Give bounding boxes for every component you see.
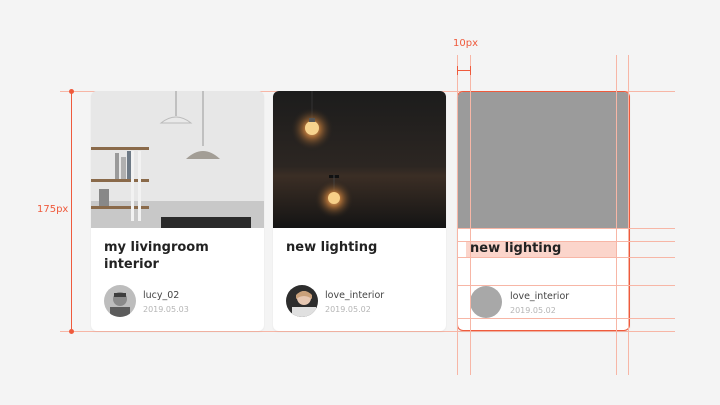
measure-dot-bottom [69, 329, 74, 334]
guide-padding-left [470, 55, 471, 375]
card-title: new lighting [286, 240, 378, 255]
user-avatar[interactable] [104, 285, 136, 317]
gap-measure-line [457, 70, 471, 71]
gap-tick-right [470, 66, 471, 75]
card-title: new lighting [470, 241, 562, 256]
height-measure-line [71, 91, 72, 331]
gap-label: 10px [453, 38, 478, 49]
username[interactable]: love_interior [325, 290, 384, 301]
guide-avatar-bottom [457, 318, 675, 319]
guide-bottom [60, 331, 675, 332]
placeholder-gray [458, 92, 629, 229]
post-date: 2019.05.02 [510, 306, 556, 315]
guide-card3-right [628, 55, 629, 375]
guide-photo-bottom [457, 228, 675, 229]
livingroom-photo [91, 91, 264, 228]
lightbulb-photo [273, 91, 446, 228]
username[interactable]: lucy_02 [143, 290, 179, 301]
canvas: my livingroom interior lucy_02 2019.05.0… [0, 0, 720, 405]
placeholder-avatar [470, 286, 502, 318]
username: love_interior [510, 291, 570, 302]
card-new-lighting[interactable]: new lighting love_interior 2019.05.02 [273, 91, 446, 331]
post-date: 2019.05.03 [143, 305, 189, 314]
height-label: 175px [37, 204, 69, 215]
card-livingroom[interactable]: my livingroom interior lucy_02 2019.05.0… [91, 91, 264, 331]
measure-dot-top [69, 89, 74, 94]
guide-padding-right [616, 55, 617, 375]
guide-card3-left [457, 55, 458, 375]
guide-title-bottom [457, 257, 675, 258]
guide-avatar-top [457, 285, 675, 286]
card-wireframe[interactable]: new lighting love_interior 2019.05.02 [457, 91, 630, 331]
user-avatar[interactable] [286, 285, 318, 317]
post-date: 2019.05.02 [325, 305, 371, 314]
card-title: my livingroom interior [104, 240, 209, 272]
gap-tick-left [457, 66, 458, 75]
